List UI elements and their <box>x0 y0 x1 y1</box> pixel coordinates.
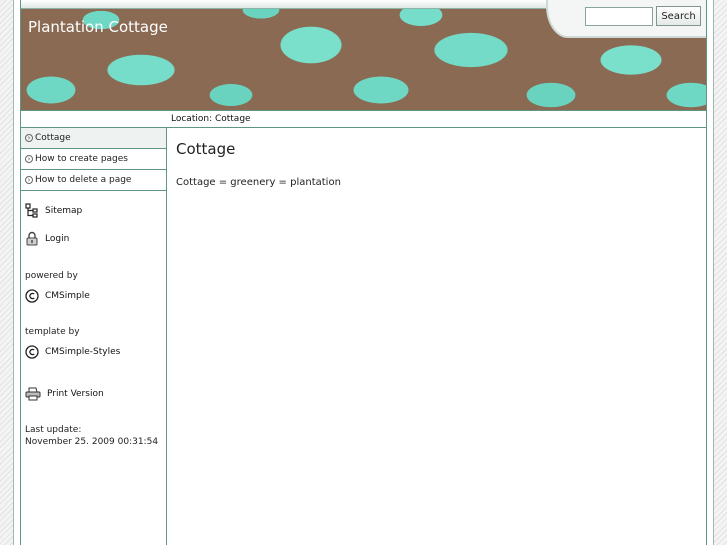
print-version-link[interactable]: Print Version <box>25 387 166 401</box>
last-update-value: November 25. 2009 00:31:54 <box>25 437 159 447</box>
location-bar: Location: Cottage <box>21 110 706 128</box>
login-link[interactable]: Login <box>25 231 166 247</box>
lock-icon <box>26 231 38 246</box>
menu-item-delete-page[interactable]: › How to delete a page <box>21 170 166 191</box>
cmsimple-styles-link[interactable]: CMSimple-Styles <box>25 345 166 359</box>
site-title: Plantation Cottage <box>28 18 168 36</box>
menu-item-label: How to delete a page <box>35 175 132 185</box>
menu-item-label: How to create pages <box>35 154 128 164</box>
page-frame: Plantation Cottage Search Location: Cott… <box>13 0 714 545</box>
sitemap-link[interactable]: Sitemap <box>25 203 166 219</box>
arrow-circle-icon: › <box>25 155 33 163</box>
sitemap-icon <box>25 203 38 218</box>
breadcrumb: Location: Cottage <box>171 114 251 124</box>
main-content: Cottage Cottage = greenery = plantation <box>168 128 706 545</box>
print-version-label: Print Version <box>47 389 104 399</box>
sitemap-label: Sitemap <box>45 206 83 216</box>
arrow-circle-icon: › <box>25 176 33 184</box>
page-container: Plantation Cottage Search Location: Cott… <box>20 0 707 545</box>
printer-icon <box>25 387 41 401</box>
page-title: Cottage <box>176 140 236 158</box>
search-area: Search <box>546 0 706 38</box>
sidebar: › Cottage › How to create pages › How to… <box>21 128 167 545</box>
page-text: Cottage = greenery = plantation <box>176 177 341 188</box>
menu-item-label: Cottage <box>35 133 71 143</box>
copyright-icon <box>25 345 39 359</box>
site-header: Plantation Cottage Search <box>21 0 706 110</box>
last-update-label: Last update: <box>25 425 82 435</box>
menu-item-cottage[interactable]: › Cottage <box>21 128 166 149</box>
copyright-icon <box>25 289 39 303</box>
template-by-label: template by <box>25 327 80 337</box>
menu-item-create-pages[interactable]: › How to create pages <box>21 149 166 170</box>
cmsimple-label: CMSimple <box>45 291 90 301</box>
login-label: Login <box>45 234 70 244</box>
arrow-circle-icon: › <box>25 134 33 142</box>
search-button[interactable]: Search <box>656 6 701 26</box>
cmsimple-link[interactable]: CMSimple <box>25 289 166 303</box>
cmsimple-styles-label: CMSimple-Styles <box>45 347 121 357</box>
powered-by-label: powered by <box>25 271 78 281</box>
search-input[interactable] <box>585 7 653 26</box>
